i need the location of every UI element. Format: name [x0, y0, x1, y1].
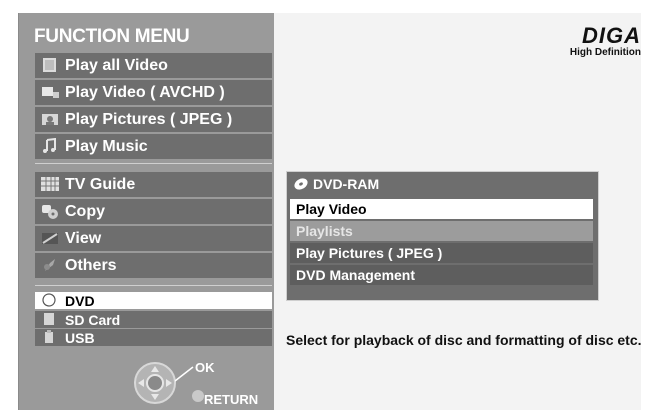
submenu-header: DVD-RAM — [293, 176, 379, 192]
menu-item-copy[interactable]: Copy — [35, 199, 272, 224]
menu-item-play-video-avchd[interactable]: Play Video ( AVCHD ) — [35, 80, 272, 105]
menu-item-label: Others — [65, 256, 117, 274]
function-menu-panel: FUNCTION MENU Play all Video Play Video … — [19, 13, 274, 410]
menu-item-play-pictures-jpeg[interactable]: Play Pictures ( JPEG ) — [35, 107, 272, 132]
submenu-item-playlists[interactable]: Playlists — [290, 221, 593, 241]
submenu-title: DVD-RAM — [313, 176, 380, 192]
source-dvd[interactable]: DVD — [35, 292, 272, 309]
dvd-ram-submenu: DVD-RAM Play Video Playlists Play Pictur… — [286, 171, 599, 301]
video-stack-icon — [43, 58, 56, 72]
menu-item-label: View — [65, 229, 102, 247]
camcorder-icon — [42, 87, 59, 98]
source-label: DVD — [65, 292, 95, 309]
menu-item-label: Play all Video — [65, 56, 168, 74]
disc-icon — [294, 178, 308, 190]
usb-icon — [45, 330, 53, 343]
divider — [35, 163, 272, 164]
submenu-item-play-pictures[interactable]: Play Pictures ( JPEG ) — [290, 243, 593, 263]
menu-title: FUNCTION MENU — [34, 26, 190, 47]
source-label: USB — [65, 329, 95, 346]
menu-item-label: Play Video ( AVCHD ) — [65, 83, 225, 101]
source-label: SD Card — [65, 311, 121, 328]
disc-icon — [42, 293, 56, 307]
menu-item-label: Play Music — [65, 137, 148, 155]
logo-subtitle: High Definition — [569, 47, 641, 58]
source-sd-card[interactable]: SD Card — [35, 311, 272, 328]
menu-item-play-all-video[interactable]: Play all Video — [35, 53, 272, 78]
menu-item-label: TV Guide — [65, 175, 136, 193]
music-note-icon — [43, 138, 56, 153]
picture-icon — [42, 114, 58, 125]
view-icon — [42, 233, 58, 244]
leader-line — [175, 366, 194, 382]
menu-item-tv-guide[interactable]: TV Guide — [35, 172, 272, 197]
logo-brand: DIGA — [582, 23, 641, 48]
ok-label: OK — [195, 360, 215, 375]
screen: FUNCTION MENU Play all Video Play Video … — [18, 13, 642, 410]
menu-item-others[interactable]: Others — [35, 253, 272, 278]
submenu-item-play-video[interactable]: Play Video — [290, 199, 593, 219]
menu-item-label: Play Pictures ( JPEG ) — [65, 110, 233, 128]
help-description: Select for playback of disc and formatti… — [286, 332, 642, 348]
tv-guide-grid-icon — [41, 177, 59, 191]
sd-card-icon — [44, 313, 54, 325]
copy-disc-icon — [42, 205, 58, 219]
others-icon — [44, 259, 55, 271]
submenu-item-dvd-management[interactable]: DVD Management — [290, 265, 593, 285]
dpad-icon — [134, 362, 176, 404]
source-usb[interactable]: USB — [35, 329, 272, 346]
diga-logo: DIGA High Definition — [546, 23, 641, 63]
menu-item-view[interactable]: View — [35, 226, 272, 251]
menu-item-label: Copy — [65, 202, 105, 220]
menu-item-play-music[interactable]: Play Music — [35, 134, 272, 159]
return-button-icon — [192, 390, 204, 402]
return-label: RETURN — [204, 392, 259, 407]
divider — [35, 285, 272, 286]
